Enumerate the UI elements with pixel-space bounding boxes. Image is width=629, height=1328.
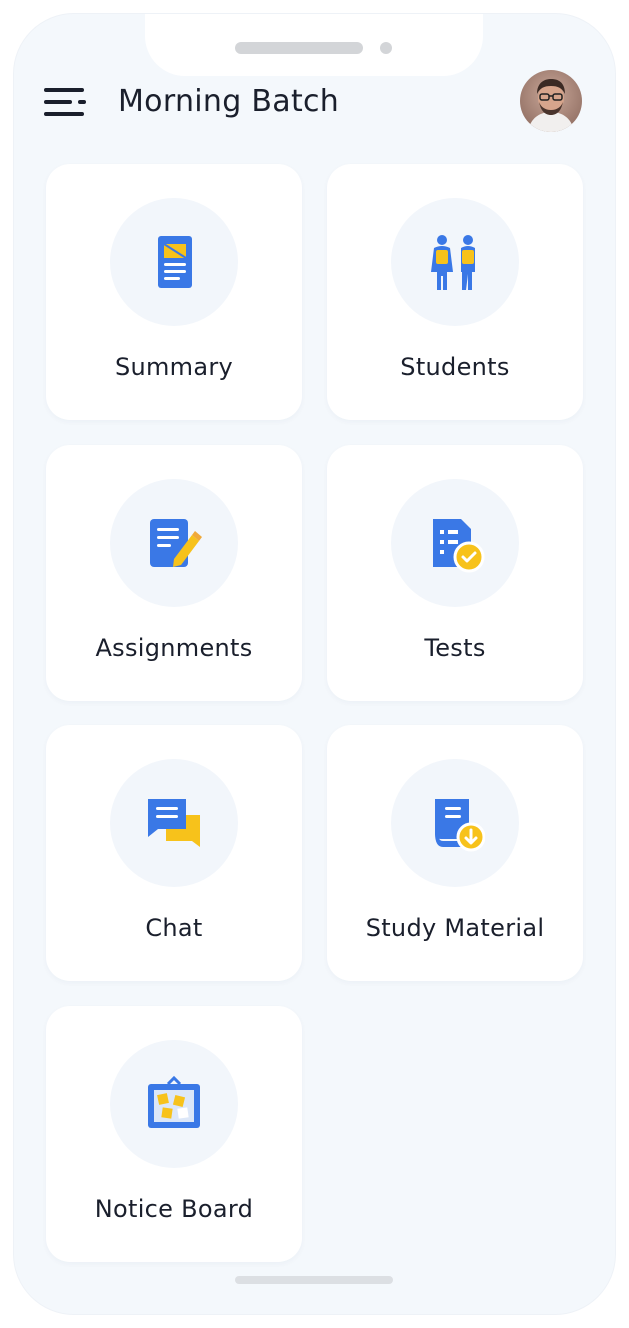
tile-icon-container <box>110 1040 238 1168</box>
tile-summary[interactable]: Summary <box>46 164 302 420</box>
tile-icon-container <box>391 198 519 326</box>
assignment-edit-icon <box>150 519 202 567</box>
tile-assignments[interactable]: Assignments <box>46 445 302 701</box>
tile-students[interactable]: Students <box>327 164 583 420</box>
tile-label: Assignments <box>95 634 253 662</box>
app-header: Morning Batch <box>14 70 615 134</box>
tile-label: Notice Board <box>94 1195 254 1223</box>
tile-icon-container <box>110 198 238 326</box>
tile-notice-board[interactable]: Notice Board <box>46 1006 302 1262</box>
front-camera <box>380 42 392 54</box>
students-icon <box>431 235 475 290</box>
home-indicator[interactable] <box>235 1276 393 1284</box>
tile-label: Chat <box>145 914 203 942</box>
study-material-book-icon <box>435 799 485 852</box>
chat-bubbles-icon <box>148 799 200 847</box>
phone-screen: Morning Batch Summary Students Assignmen… <box>14 14 615 1314</box>
user-avatar[interactable] <box>520 70 582 132</box>
test-check-icon <box>433 519 485 573</box>
speaker-grille <box>235 42 363 54</box>
tile-label: Students <box>400 353 510 381</box>
tile-icon-container <box>391 759 519 887</box>
tile-label: Study Material <box>365 914 545 942</box>
notice-board-icon <box>148 1075 200 1128</box>
tile-label: Tests <box>424 634 486 662</box>
tile-study-material[interactable]: Study Material <box>327 725 583 981</box>
hamburger-menu-icon[interactable] <box>44 82 88 122</box>
avatar-image <box>520 70 582 132</box>
page-title: Morning Batch <box>118 84 340 119</box>
phone-notch <box>145 14 483 76</box>
tile-icon-container <box>110 759 238 887</box>
tile-icon-container <box>391 479 519 607</box>
tile-chat[interactable]: Chat <box>46 725 302 981</box>
tile-tests[interactable]: Tests <box>327 445 583 701</box>
tile-label: Summary <box>114 353 234 381</box>
tile-icon-container <box>110 479 238 607</box>
summary-document-icon <box>158 236 192 288</box>
